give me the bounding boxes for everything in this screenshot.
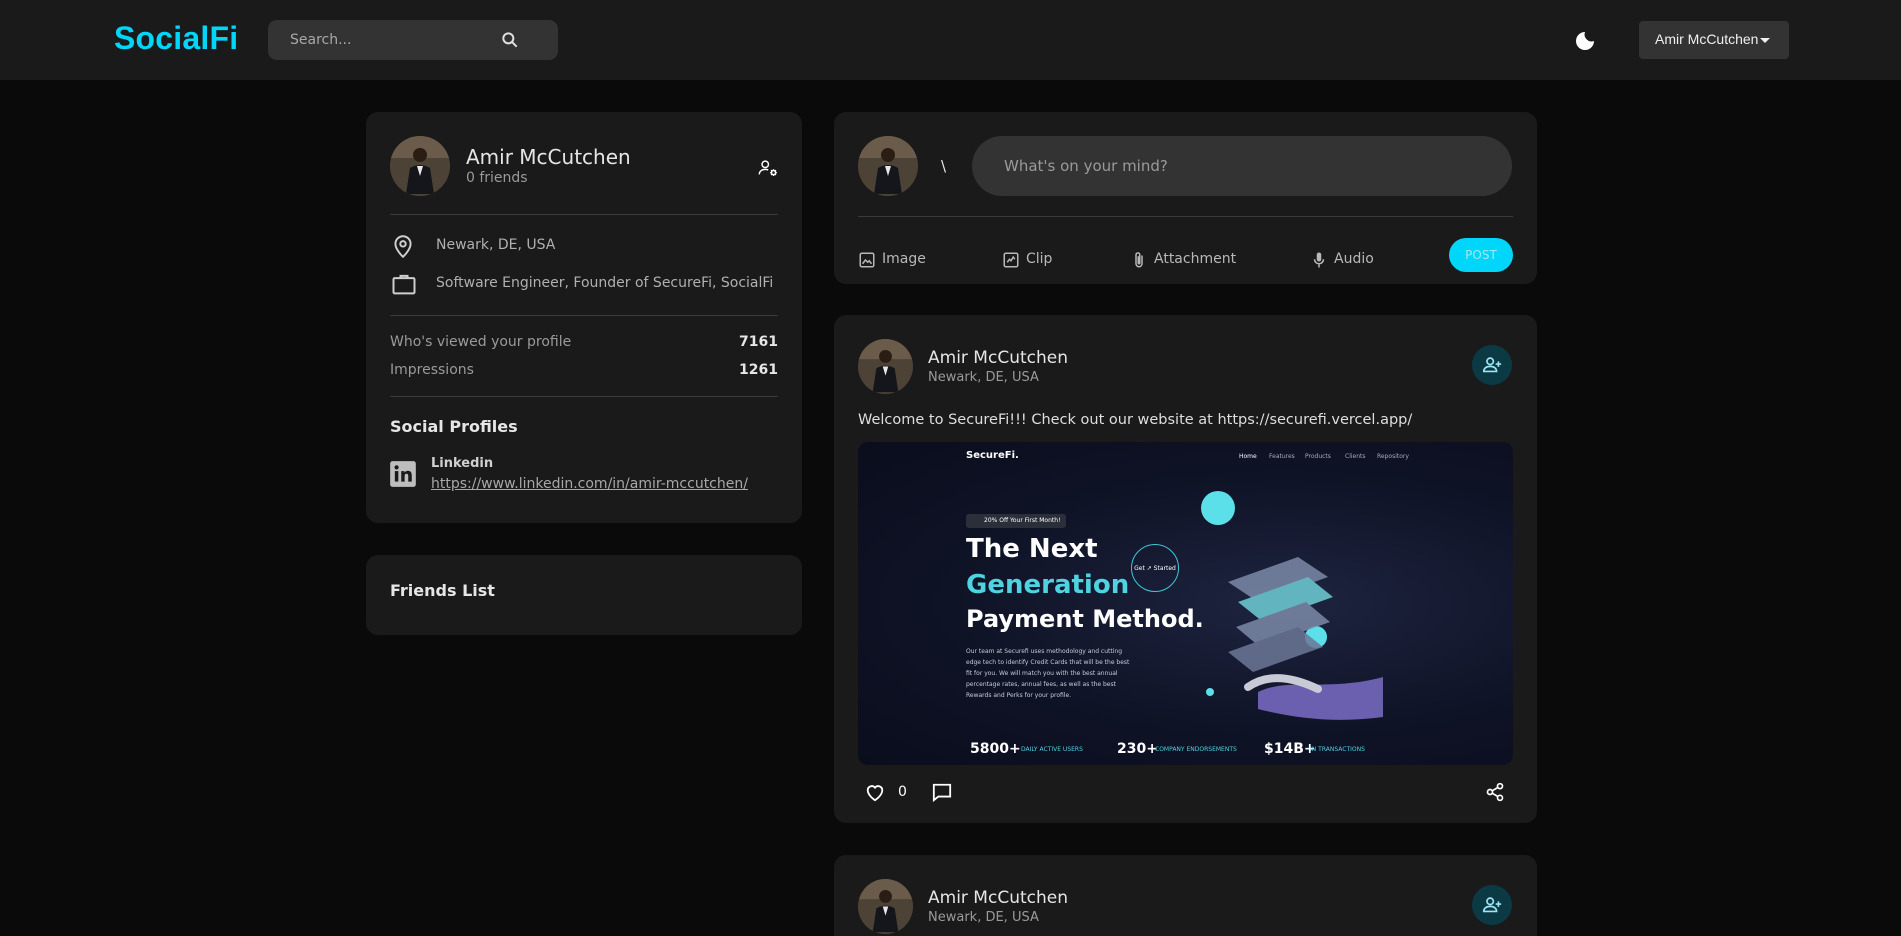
avatar[interactable] bbox=[858, 136, 918, 196]
location-pin-icon bbox=[394, 235, 412, 259]
chevron-down-icon bbox=[1760, 38, 1770, 43]
stat-value-impressions: 1261 bbox=[739, 362, 778, 378]
post-author-location: Newark, DE, USA bbox=[928, 370, 1039, 385]
add-friend-button[interactable] bbox=[1472, 885, 1512, 925]
post-input[interactable] bbox=[1004, 136, 1484, 196]
preview-stat-label-endorsements: COMPANY ENDORSEMENTS bbox=[1155, 746, 1237, 753]
linkedin-url-link[interactable]: https://www.linkedin.com/in/amir-mccutch… bbox=[431, 476, 748, 492]
friends-list-card: Friends List bbox=[366, 555, 802, 635]
post-author-name[interactable]: Amir McCutchen bbox=[928, 888, 1068, 908]
social-profiles-heading: Social Profiles bbox=[390, 417, 518, 436]
briefcase-icon bbox=[392, 274, 416, 295]
profile-location: Newark, DE, USA bbox=[436, 237, 556, 253]
divider bbox=[390, 214, 778, 215]
preview-nav-home: Home bbox=[1239, 453, 1257, 460]
avatar[interactable] bbox=[858, 339, 913, 394]
preview-nav-features: Features bbox=[1269, 453, 1295, 460]
preview-nav-products: Products bbox=[1305, 453, 1331, 460]
preview-badge: 20% Off Your First Month! bbox=[966, 514, 1067, 528]
friends-list-heading: Friends List bbox=[390, 581, 495, 600]
preview-stat-value-transactions: $14B+ bbox=[1264, 741, 1316, 757]
app-logo[interactable]: SocialFi bbox=[114, 20, 238, 57]
manage-account-icon[interactable] bbox=[757, 157, 779, 179]
search-input[interactable] bbox=[290, 20, 510, 60]
linkedin-icon bbox=[390, 461, 416, 487]
top-navbar: SocialFi Amir McCutchen bbox=[0, 0, 1901, 80]
attachment-tool-label: Attachment bbox=[1154, 251, 1237, 267]
post-button[interactable]: POST bbox=[1449, 238, 1513, 272]
composer-input-wrapper bbox=[972, 136, 1512, 196]
post-composer-card: \ Image Clip Attachment Audio POST bbox=[834, 112, 1537, 284]
gif-icon bbox=[1003, 252, 1019, 268]
avatar[interactable] bbox=[858, 879, 913, 934]
divider bbox=[390, 396, 778, 397]
post-author-location: Newark, DE, USA bbox=[928, 910, 1039, 925]
preview-headline-1: The Next bbox=[966, 534, 1098, 564]
add-friend-button[interactable] bbox=[1472, 345, 1512, 385]
stat-label-profile-views: Who's viewed your profile bbox=[390, 334, 572, 350]
post-image[interactable]: SecureFi. Home Features Products Clients… bbox=[858, 442, 1513, 765]
preview-badge-text: 20% Off Your First Month! bbox=[984, 517, 1061, 524]
stat-value-profile-views: 7161 bbox=[739, 334, 778, 350]
like-count: 0 bbox=[898, 784, 907, 800]
share-icon[interactable] bbox=[1485, 782, 1505, 802]
composer-slash-text: \ bbox=[941, 157, 947, 175]
preview-headline-2: Generation bbox=[966, 570, 1130, 600]
avatar[interactable] bbox=[390, 136, 450, 196]
paperclip-icon bbox=[1135, 252, 1143, 268]
post-text: Welcome to SecureFi!!! Check out our web… bbox=[858, 412, 1413, 428]
profile-name[interactable]: Amir McCutchen bbox=[466, 145, 631, 169]
microphone-icon bbox=[1313, 252, 1325, 268]
like-heart-icon[interactable] bbox=[864, 782, 886, 802]
user-menu-dropdown[interactable]: Amir McCutchen bbox=[1639, 21, 1789, 59]
preview-stat-value-endorsements: 230+ bbox=[1117, 741, 1158, 757]
post-card: Amir McCutchen Newark, DE, USA Welcome t… bbox=[834, 315, 1537, 823]
profile-occupation: Software Engineer, Founder of SecureFi, … bbox=[436, 275, 774, 291]
preview-stat-label-transactions: IN TRANSACTIONS bbox=[1310, 746, 1365, 753]
divider bbox=[390, 315, 778, 316]
preview-illustration bbox=[1201, 491, 1383, 720]
profile-card: Amir McCutchen 0 friends Newark, DE, USA… bbox=[366, 112, 802, 523]
preview-nav-repository: Repository bbox=[1377, 453, 1409, 460]
preview-stat-label-users: DAILY ACTIVE USERS bbox=[1021, 746, 1083, 753]
stat-label-impressions: Impressions bbox=[390, 362, 474, 378]
dark-mode-toggle-icon[interactable] bbox=[1573, 29, 1597, 53]
image-tool-label: Image bbox=[882, 251, 926, 267]
post-author-name[interactable]: Amir McCutchen bbox=[928, 348, 1068, 368]
search-icon[interactable] bbox=[500, 30, 520, 50]
clip-tool-label: Clip bbox=[1026, 251, 1053, 267]
comment-icon[interactable] bbox=[931, 782, 953, 802]
preview-nav-clients: Clients bbox=[1345, 453, 1366, 460]
preview-stat-value-users: 5800+ bbox=[970, 741, 1021, 757]
linkedin-label: Linkedin bbox=[431, 456, 494, 471]
preview-cta: Get ↗ Started bbox=[1131, 544, 1179, 592]
user-menu-label: Amir McCutchen bbox=[1655, 31, 1759, 47]
friends-count: 0 friends bbox=[466, 170, 528, 186]
add-person-icon bbox=[1482, 357, 1502, 373]
post-card: Amir McCutchen Newark, DE, USA bbox=[834, 855, 1537, 936]
preview-brand: SecureFi. bbox=[966, 450, 1019, 461]
audio-tool-label: Audio bbox=[1334, 251, 1374, 267]
preview-headline-3: Payment Method. bbox=[966, 605, 1204, 633]
preview-cta-text: Get ↗ Started bbox=[1134, 565, 1176, 572]
preview-body: Our team at Securefi uses methodology an… bbox=[966, 648, 1130, 699]
add-person-icon bbox=[1482, 897, 1502, 913]
image-icon bbox=[859, 252, 875, 268]
divider bbox=[858, 216, 1513, 217]
